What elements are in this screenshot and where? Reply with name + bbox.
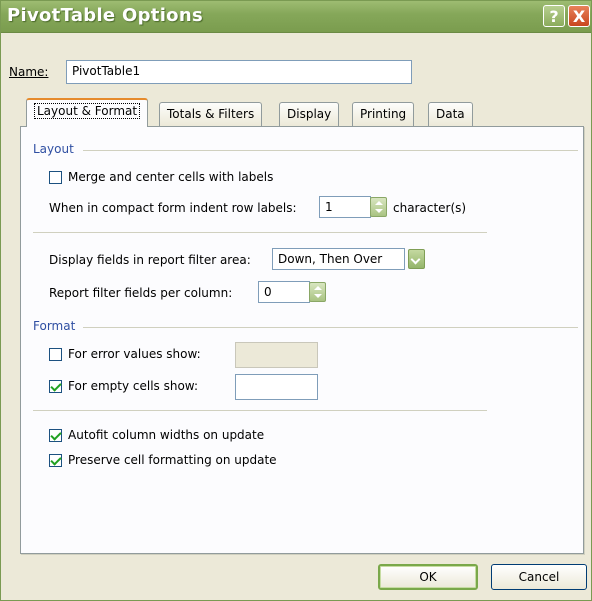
indent-unit: character(s) — [393, 201, 467, 215]
error-values-label: For error values show: — [68, 347, 201, 361]
close-button[interactable]: X — [568, 5, 590, 27]
name-label-text: Name: — [9, 65, 49, 79]
merge-cells-option[interactable]: Merge and center cells with labels — [49, 170, 273, 184]
section-separator-2 — [33, 410, 487, 411]
format-separator — [83, 327, 578, 328]
tab-label: Layout & Format — [34, 103, 141, 119]
filter-per-col-input[interactable]: 0 — [258, 281, 310, 303]
indent-spinner[interactable] — [370, 197, 387, 217]
indent-input[interactable]: 1 — [319, 196, 371, 218]
empty-cells-input[interactable] — [235, 374, 318, 400]
dialog-title: PivotTable Options — [7, 5, 203, 26]
tab-label: Data — [436, 107, 465, 121]
merge-cells-label: Merge and center cells with labels — [68, 170, 274, 184]
title-bar[interactable]: PivotTable Options ? X — [1, 1, 591, 33]
error-values-option[interactable]: For error values show: — [49, 347, 201, 361]
chevron-down-icon[interactable] — [408, 249, 425, 269]
indent-label: When in compact form indent row labels: — [49, 201, 297, 215]
tab-data[interactable]: Data — [428, 102, 473, 126]
layout-separator — [83, 150, 578, 151]
preserve-formatting-option[interactable]: Preserve cell formatting on update — [49, 453, 277, 467]
empty-cells-checkbox[interactable] — [49, 379, 62, 393]
layout-group-label: Layout — [33, 142, 74, 156]
filter-area-label: Display fields in report filter area: — [49, 253, 251, 267]
autofit-label: Autofit column widths on update — [68, 428, 265, 442]
tab-label: Printing — [360, 107, 407, 121]
ok-button[interactable]: OK — [378, 564, 478, 590]
merge-cells-checkbox[interactable] — [49, 170, 62, 184]
empty-cells-option[interactable]: For empty cells show: — [49, 379, 198, 393]
autofit-option[interactable]: Autofit column widths on update — [49, 428, 264, 442]
help-button[interactable]: ? — [543, 5, 565, 27]
name-input[interactable]: PivotTable1 — [66, 60, 412, 84]
autofit-checkbox[interactable] — [49, 428, 62, 442]
tab-printing[interactable]: Printing — [352, 102, 415, 126]
pivot-options-dialog: PivotTable Options ? X Name: PivotTable1… — [0, 0, 592, 601]
cancel-button[interactable]: Cancel — [491, 564, 587, 590]
tab-layout-format[interactable]: Layout & Format — [26, 98, 149, 127]
filter-per-col-label: Report filter fields per column: — [49, 286, 233, 300]
tab-label: Totals & Filters — [167, 107, 255, 121]
filter-area-select[interactable]: Down, Then Over — [272, 248, 405, 270]
format-group-label: Format — [33, 319, 76, 333]
preserve-formatting-checkbox[interactable] — [49, 453, 62, 467]
empty-cells-label: For empty cells show: — [68, 379, 198, 393]
name-label: Name: — [9, 65, 48, 79]
close-icon: X — [572, 6, 586, 26]
tab-display[interactable]: Display — [279, 102, 340, 126]
preserve-formatting-label: Preserve cell formatting on update — [68, 453, 277, 467]
help-icon: ? — [549, 6, 559, 26]
tab-totals-filters[interactable]: Totals & Filters — [159, 102, 263, 126]
error-values-input[interactable] — [235, 342, 318, 368]
error-values-checkbox[interactable] — [49, 347, 62, 361]
tab-panel: Layout Merge and center cells with label… — [20, 126, 584, 554]
tab-label: Display — [287, 107, 332, 121]
section-separator-1 — [33, 232, 487, 233]
filter-per-col-spinner[interactable] — [309, 282, 326, 302]
